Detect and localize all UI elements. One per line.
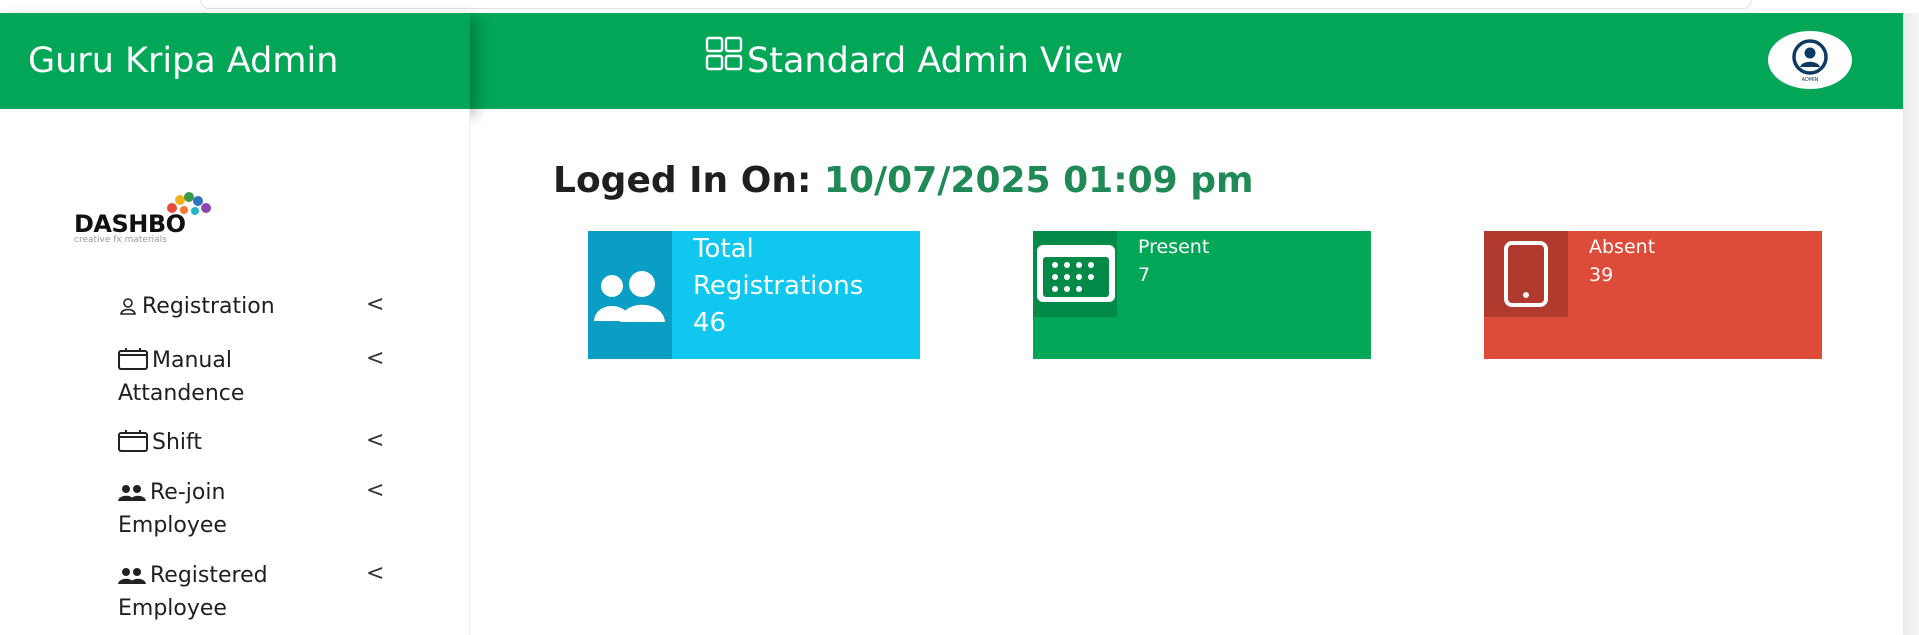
chevron-left-icon[interactable]: <: [366, 292, 384, 317]
card-label: Total: [693, 234, 754, 264]
calendar-icon: [118, 430, 148, 461]
sidebar-item-label: Re-join: [150, 480, 226, 505]
mobile-icon: [1484, 231, 1568, 317]
present-text: Present 7: [1138, 233, 1209, 289]
absent-text: Absent 39: [1589, 233, 1655, 289]
brand-title[interactable]: Guru Kripa Admin: [0, 13, 470, 109]
sidebar-item-label: Registration: [142, 294, 275, 319]
users-icon: [118, 564, 146, 594]
sidebar-item-label-line2: Employee: [118, 596, 227, 621]
calendar-icon: [1033, 231, 1117, 317]
browser-top-strip: [0, 0, 1919, 13]
sidebar-item-label: Registered: [150, 563, 268, 588]
total-registrations-card[interactable]: Total Registrations 46: [588, 231, 920, 359]
chevron-left-icon[interactable]: <: [366, 428, 384, 453]
dashboard-logo[interactable]: DASHBO creative fx materials: [74, 192, 224, 252]
sidebar-item-label: Shift: [152, 430, 203, 455]
total-registrations-text: Total Registrations 46: [693, 231, 863, 342]
users-icon: [588, 231, 672, 359]
users-icon: [118, 481, 146, 511]
logo-tagline: creative fx materials: [74, 235, 167, 245]
chevron-left-icon[interactable]: <: [366, 561, 384, 586]
sidebar-item-manual-attandence[interactable]: Manual Attandence: [118, 346, 244, 409]
sidebar-item-label-line2: Employee: [118, 513, 227, 538]
avatar-caption: ADMIN: [1801, 76, 1819, 83]
view-title: Standard Admin View: [705, 13, 1123, 109]
sidebar-item-registration[interactable]: Registration: [118, 292, 275, 325]
grid-icon: [705, 13, 747, 109]
card-value: 39: [1589, 264, 1614, 286]
login-datetime: 10/07/2025 01:09 pm: [823, 160, 1254, 201]
calendar-icon: [118, 348, 148, 379]
login-info: Loged In On: 10/07/2025 01:09 pm: [553, 160, 1254, 201]
present-card[interactable]: Present 7: [1033, 231, 1371, 359]
sidebar-item-label: Manual: [152, 348, 232, 373]
admin-avatar-button[interactable]: ADMIN: [1768, 31, 1852, 89]
sidebar-item-label-line2: Attandence: [118, 381, 245, 406]
view-title-text: Standard Admin View: [747, 41, 1124, 81]
card-label: Absent: [1589, 236, 1656, 258]
window-right-edge: [1903, 13, 1919, 635]
chevron-left-icon[interactable]: <: [366, 478, 384, 503]
card-value: 7: [1138, 264, 1151, 286]
sidebar-item-shift[interactable]: Shift: [118, 428, 202, 461]
user-circle-icon: [1792, 38, 1828, 75]
card-label-line2: Registrations: [693, 271, 864, 301]
chevron-left-icon[interactable]: <: [366, 346, 384, 371]
login-label: Loged In On:: [553, 160, 812, 201]
user-icon: [118, 295, 138, 325]
sidebar-item-re-join-employee[interactable]: Re-join Employee: [118, 478, 227, 541]
sidebar-item-registered-employee[interactable]: Registered Employee: [118, 561, 268, 624]
card-label: Present: [1138, 236, 1210, 258]
absent-card[interactable]: Absent 39: [1484, 231, 1822, 359]
logo-word: DASHBO: [74, 210, 186, 238]
card-value: 46: [693, 308, 727, 338]
